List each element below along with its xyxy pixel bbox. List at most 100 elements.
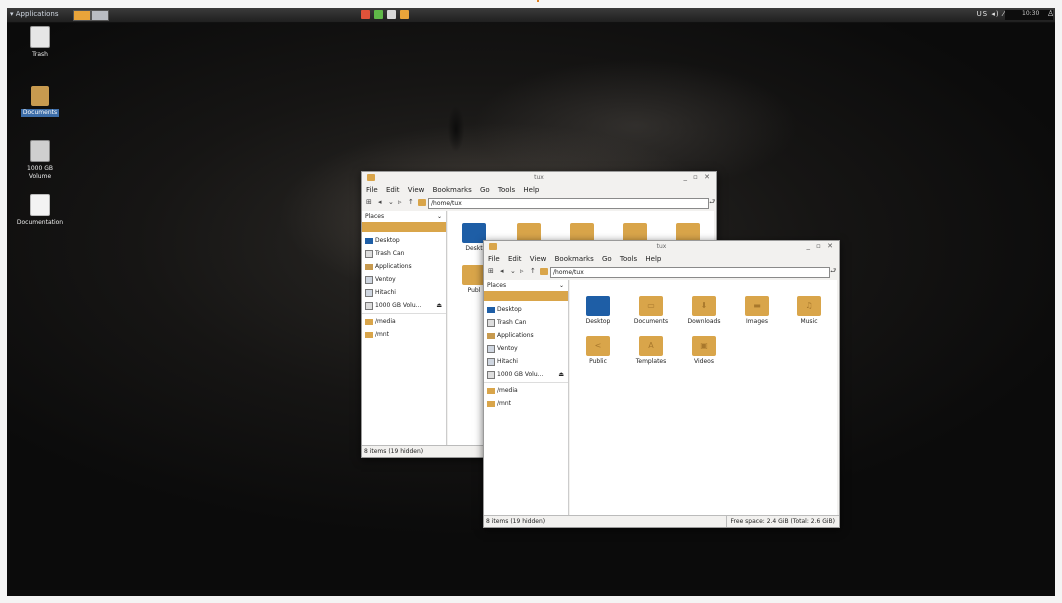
places-header[interactable]: Places ⌄ [362, 211, 446, 222]
sidebar-item-trash[interactable]: Trash Can [484, 316, 568, 329]
folder-icon [487, 387, 495, 394]
sidebar-item-mnt[interactable]: /mnt [484, 397, 568, 410]
sidebar-item-label: Desktop [375, 237, 400, 244]
location-bar[interactable]: /home/tux [550, 267, 830, 278]
sidebar-item-trash[interactable]: Trash Can [362, 247, 446, 260]
sidebar-item-label: Desktop [497, 306, 522, 313]
file-item-public[interactable]: < Public [572, 336, 624, 365]
sidebar-item-mnt[interactable]: /mnt [362, 328, 446, 341]
launcher-grey-icon[interactable] [387, 10, 396, 19]
sidebar-item-label: Ventoy [375, 276, 396, 283]
location-bar[interactable]: /home/tux [428, 198, 709, 209]
titlebar[interactable]: tux _ ▫ ✕ [484, 241, 839, 252]
sidebar-item-label: Trash Can [375, 250, 405, 257]
desktop-icon-label: 1000 GB Volume [27, 165, 53, 180]
sidebar-item-applications[interactable]: Applications [362, 260, 446, 273]
chevron-down-icon[interactable]: ⌄ [388, 198, 394, 206]
sidebar-item-hitachi[interactable]: Hitachi [484, 355, 568, 368]
go-icon[interactable]: ⮐ [709, 198, 715, 209]
back-arrow-icon[interactable]: ◂ [378, 198, 382, 206]
system-tray[interactable]: US ◂) ⁄ [977, 10, 1005, 18]
top-panel: ▾ Applications US ◂) ⁄ 10:30 ♙ [7, 8, 1055, 23]
menu-help[interactable]: Help [645, 255, 661, 263]
menubar: File Edit View Bookmarks Go Tools Help [488, 255, 667, 263]
desktop-icon-documentation[interactable]: Documentation [5, 194, 75, 227]
file-item-images[interactable]: ▬ Images [731, 296, 783, 325]
applications-label: Applications [15, 10, 59, 18]
downloads-folder-icon: ⬇ [692, 296, 716, 316]
eject-icon[interactable]: ⏏ [436, 299, 442, 312]
taskbar-window-button[interactable] [91, 10, 109, 21]
places-header[interactable]: Places ⌄ [484, 280, 568, 291]
sidebar-item-applications[interactable]: Applications [484, 329, 568, 342]
forward-arrow-icon[interactable]: ▹ [520, 267, 524, 275]
menu-go[interactable]: Go [480, 186, 490, 194]
file-item-downloads[interactable]: ⬇ Downloads [678, 296, 730, 325]
images-folder-icon: ▬ [745, 296, 769, 316]
status-bar: 8 items (19 hidden) Free space: 2.4 GiB … [484, 515, 839, 527]
menu-help[interactable]: Help [523, 186, 539, 194]
desktop-icon-documents[interactable]: Documents [5, 86, 75, 117]
new-tab-icon[interactable]: ⊞ [366, 198, 372, 206]
sidebar-item-desktop[interactable]: Desktop [362, 234, 446, 247]
menu-tools[interactable]: Tools [620, 255, 637, 263]
sidebar-item-volume[interactable]: 1000 GB Volu... ⏏ [362, 299, 446, 312]
sidebar-item-home[interactable] [484, 291, 568, 301]
launcher-green-icon[interactable] [374, 10, 383, 19]
taskbar-file-manager-button[interactable] [73, 10, 91, 21]
sidebar-item-label: /mnt [375, 331, 390, 338]
menu-edit[interactable]: Edit [508, 255, 522, 263]
launcher-orange-icon[interactable] [400, 10, 409, 19]
titlebar[interactable]: tux _ ▫ ✕ [362, 172, 716, 183]
menu-view[interactable]: View [408, 186, 425, 194]
chevron-down-icon[interactable]: ⌄ [510, 267, 516, 275]
sidebar-item-ventoy[interactable]: Ventoy [484, 342, 568, 355]
window-controls[interactable]: _ ▫ ✕ [806, 242, 835, 250]
file-manager-window-front[interactable]: tux _ ▫ ✕ File Edit View Bookmarks Go To… [483, 240, 840, 528]
up-arrow-icon[interactable]: ↑ [408, 198, 414, 206]
sidebar-item-label: Applications [375, 263, 412, 270]
menu-bookmarks[interactable]: Bookmarks [555, 255, 594, 263]
eject-icon[interactable]: ⏏ [558, 368, 564, 381]
file-item-music[interactable]: ♫ Music [783, 296, 835, 325]
window-title: tux [656, 243, 667, 250]
file-item-label: Music [800, 318, 818, 325]
sidebar-item-desktop[interactable]: Desktop [484, 303, 568, 316]
file-item-documents[interactable]: ▭ Documents [625, 296, 677, 325]
launcher-red-icon[interactable] [361, 10, 370, 19]
sidebar-item-ventoy[interactable]: Ventoy [362, 273, 446, 286]
menu-file[interactable]: File [366, 186, 378, 194]
back-arrow-icon[interactable]: ◂ [500, 267, 504, 275]
go-icon[interactable]: ⮐ [830, 267, 836, 278]
menu-view[interactable]: View [530, 255, 547, 263]
menu-tools[interactable]: Tools [498, 186, 515, 194]
forward-arrow-icon[interactable]: ▹ [398, 198, 402, 206]
file-item-videos[interactable]: ▣ Videos [678, 336, 730, 365]
sidebar-item-home[interactable] [362, 222, 446, 232]
user-icon[interactable]: ♙ [1047, 9, 1054, 18]
applications-menu[interactable]: ▾ Applications [10, 10, 59, 18]
drive-icon [487, 344, 495, 353]
file-item-label: Downloads [687, 318, 721, 325]
menu-go[interactable]: Go [602, 255, 612, 263]
desktop-icon-volume[interactable]: 1000 GB Volume [5, 140, 75, 181]
home-folder-icon[interactable] [418, 199, 426, 206]
clock[interactable]: 10:30 [1022, 10, 1039, 17]
sidebar-item-volume[interactable]: 1000 GB Volu... ⏏ [484, 368, 568, 381]
sidebar-item-media[interactable]: /media [362, 315, 446, 328]
home-folder-icon[interactable] [540, 268, 548, 275]
new-tab-icon[interactable]: ⊞ [488, 267, 494, 275]
window-controls[interactable]: _ ▫ ✕ [683, 173, 712, 181]
desktop-icon-trash[interactable]: Trash [5, 26, 75, 59]
menu-file[interactable]: File [488, 255, 500, 263]
trash-icon [487, 318, 495, 327]
sidebar-item-hitachi[interactable]: Hitachi [362, 286, 446, 299]
menu-edit[interactable]: Edit [386, 186, 400, 194]
sidebar-item-media[interactable]: /media [484, 384, 568, 397]
menu-bookmarks[interactable]: Bookmarks [433, 186, 472, 194]
up-arrow-icon[interactable]: ↑ [530, 267, 536, 275]
file-item-desktop[interactable]: Desktop [572, 296, 624, 325]
sidebar-item-label: /media [375, 318, 396, 325]
file-item-templates[interactable]: A Templates [625, 336, 677, 365]
desktop-icon-label: Documentation [16, 219, 64, 226]
